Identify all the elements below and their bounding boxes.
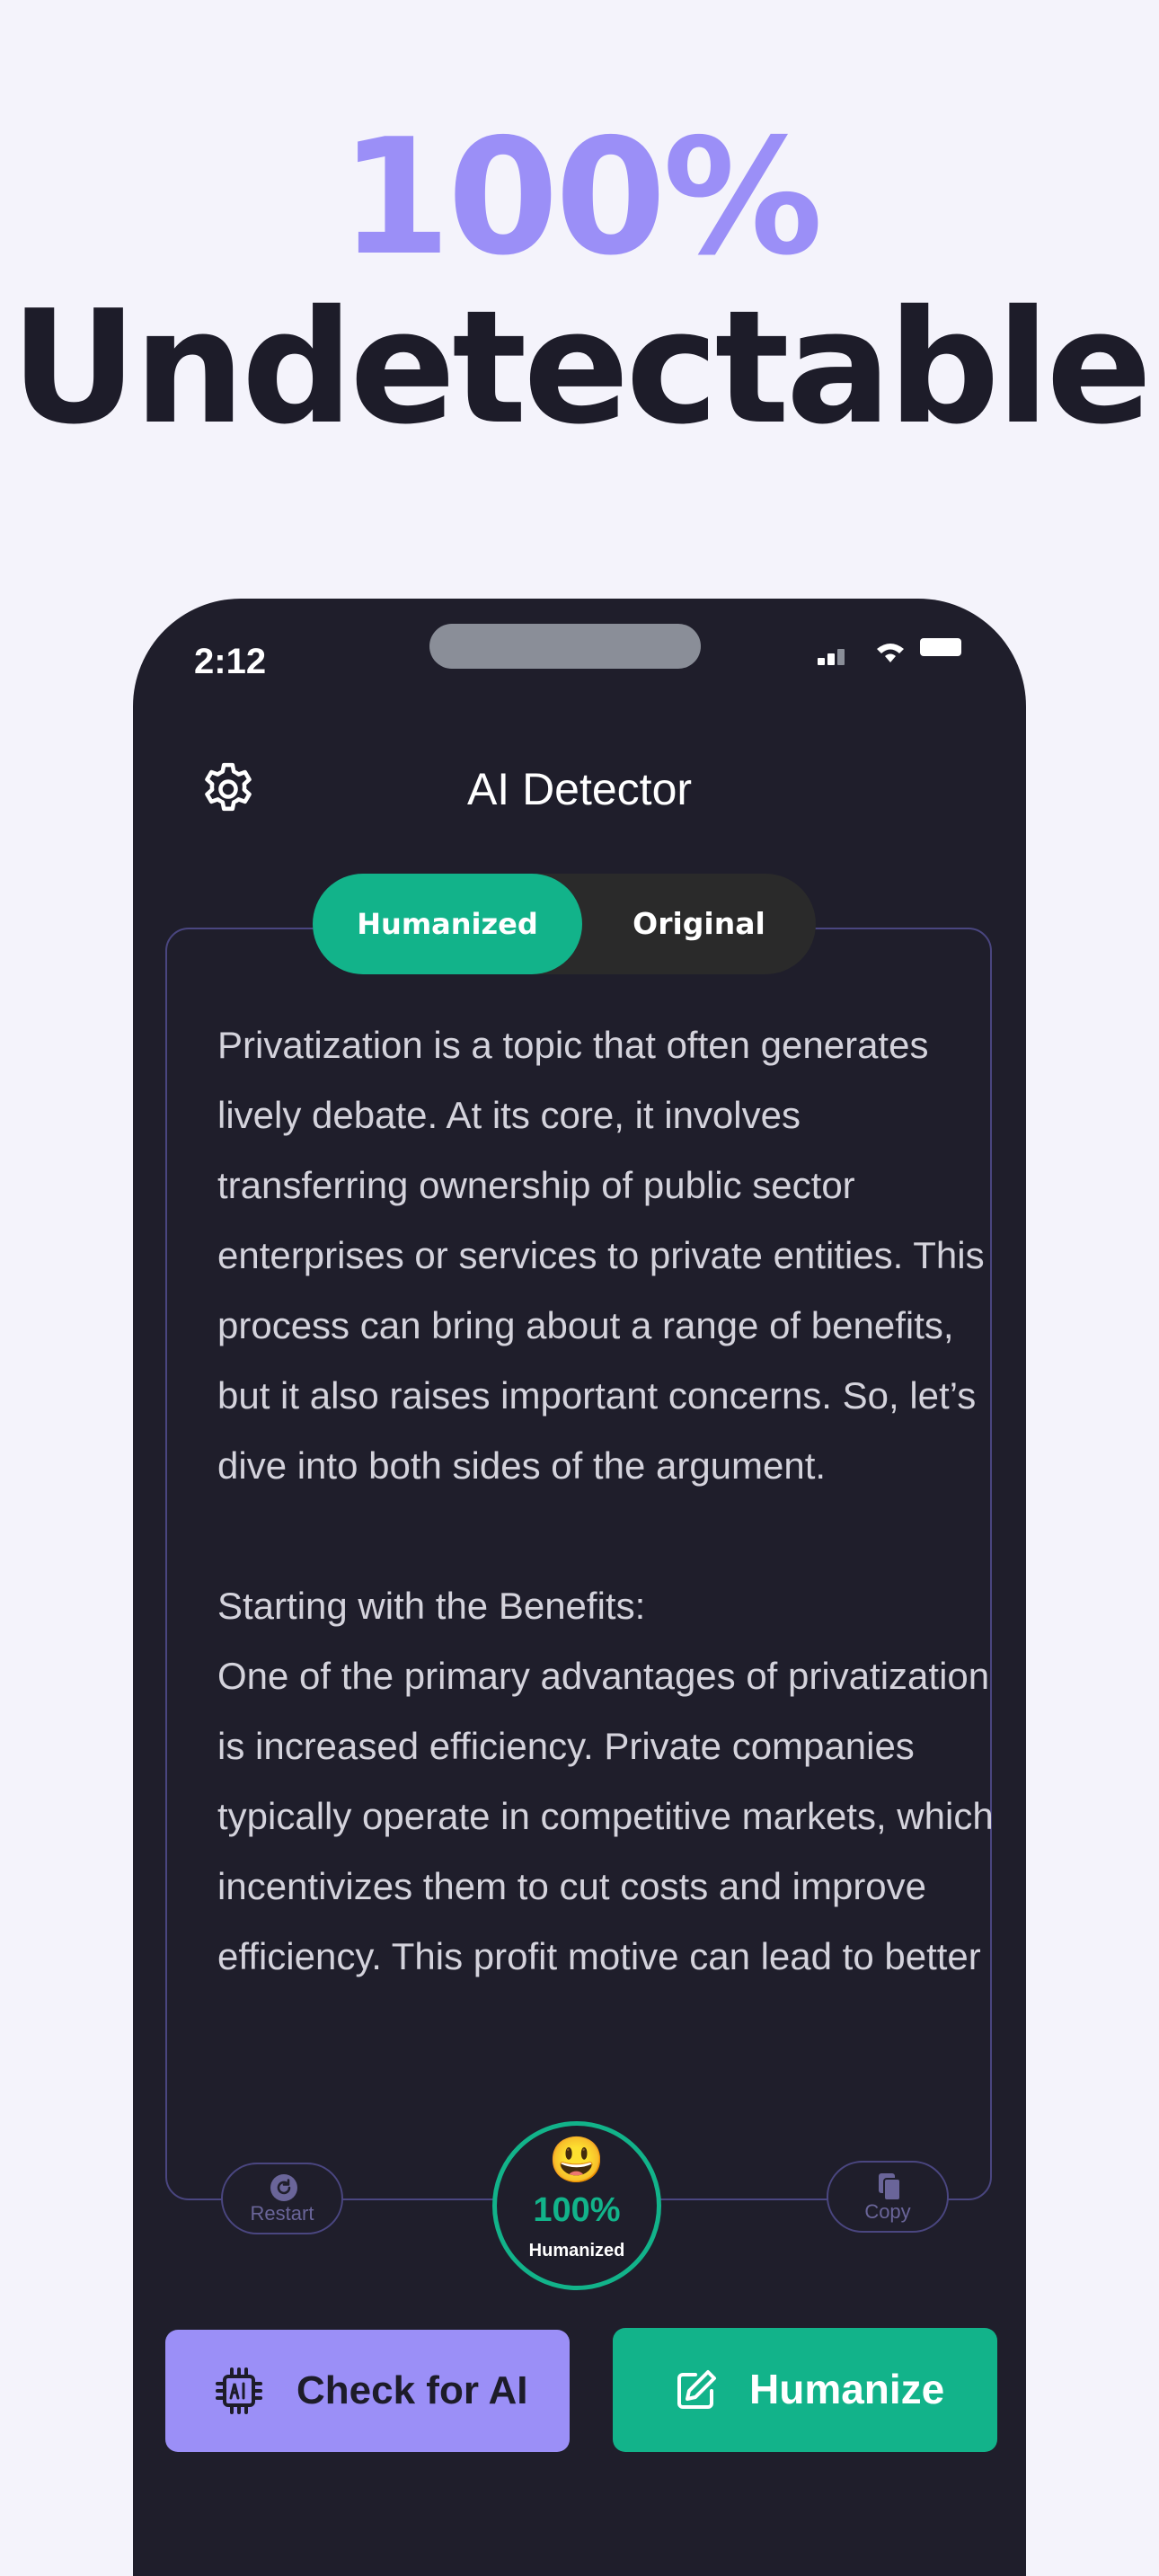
paragraph-heading: Starting with the Benefits:	[217, 1585, 646, 1627]
dynamic-island	[429, 624, 701, 669]
status-time: 2:12	[194, 642, 267, 681]
humanized-score-badge: 😃 100% Humanized	[492, 2121, 661, 2290]
phone-mockup: 2:12 AI Detector Humanized Original Priv…	[133, 599, 1026, 2576]
smiley-icon: 😃	[548, 2135, 606, 2185]
edit-icon	[677, 2370, 716, 2409]
score-label: Humanized	[528, 2241, 625, 2261]
humanized-original-toggle: Humanized Original	[313, 874, 816, 974]
wifi-icon	[877, 644, 904, 662]
hero-main-headline: Undetectable	[10, 277, 1153, 459]
copy-icon	[879, 2173, 901, 2201]
restart-icon	[270, 2174, 297, 2201]
app-title: AI Detector	[466, 764, 693, 814]
hero-accent-headline: 100%	[340, 104, 823, 290]
humanize-button[interactable]: Humanize	[613, 2328, 997, 2452]
check-for-ai-label: Check for AI	[296, 2368, 528, 2412]
restart-label: Restart	[250, 2202, 314, 2225]
restart-button[interactable]: Restart	[221, 2163, 343, 2234]
tab-original[interactable]: Original	[582, 874, 816, 974]
paragraph-intro: Privatization is a topic that often gene…	[217, 1024, 985, 1487]
tab-humanized[interactable]: Humanized	[313, 874, 582, 974]
paragraph-benefits: One of the primary advantages of privati…	[217, 1655, 994, 1977]
status-icons	[818, 638, 979, 674]
humanized-text[interactable]: Privatization is a topic that often gene…	[217, 1010, 999, 2125]
copy-button[interactable]: Copy	[827, 2161, 949, 2233]
ai-chip-icon	[216, 2367, 262, 2414]
battery-icon	[920, 638, 961, 656]
check-for-ai-button[interactable]: Check for AI	[165, 2330, 570, 2452]
humanize-label: Humanize	[749, 2366, 945, 2412]
copy-label: Copy	[864, 2200, 911, 2223]
score-value: 100%	[533, 2191, 621, 2229]
